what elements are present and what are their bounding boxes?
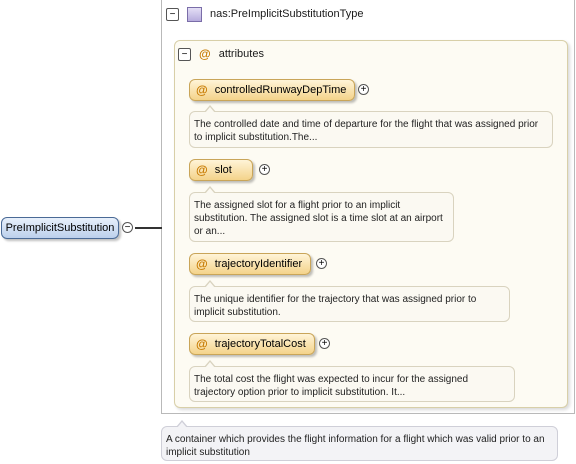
attribute-at-icon: @ [196, 83, 208, 97]
collapse-minus-icon: − [169, 8, 176, 20]
attribute-slot[interactable]: @ slot [189, 159, 253, 181]
attributes-collapse-toggle[interactable]: − [178, 47, 191, 61]
complex-type-icon [187, 6, 202, 22]
attribute-trajectoryTotalCost[interactable]: @ trajectoryTotalCost [189, 333, 315, 355]
root-element-name: PreImplicitSubstitution [5, 222, 115, 234]
expand-plus-icon[interactable]: + [358, 84, 369, 95]
attribute-at-icon: @ [196, 163, 208, 177]
type-name: nas:PreImplicitSubstitutionType [210, 8, 364, 20]
attribute-name: trajectoryIdentifier [214, 258, 303, 270]
root-element-description: A container which provides the flight in… [161, 420, 558, 461]
expand-plus-icon[interactable]: + [259, 164, 270, 175]
connector-line [135, 227, 162, 229]
type-collapse-toggle[interactable]: − [166, 7, 179, 21]
attribute-trajectoryIdentifier[interactable]: @ trajectoryIdentifier [189, 253, 312, 275]
root-collapse-toggle[interactable]: − [122, 222, 133, 233]
attributes-header: − @ attributes [178, 45, 264, 63]
attribute-description: The assigned slot for a flight prior to … [189, 186, 454, 242]
attribute-name: slot [214, 164, 232, 176]
root-element-node[interactable]: PreImplicitSubstitution [1, 217, 119, 239]
type-header: − nas:PreImplicitSubstitutionType [161, 2, 363, 26]
collapse-minus-icon: − [124, 222, 131, 233]
attribute-controlledRunwayDepTime[interactable]: @ controlledRunwayDepTime [189, 79, 356, 101]
attribute-name: controlledRunwayDepTime [214, 84, 347, 96]
attribute-at-icon: @ [199, 47, 211, 61]
attribute-description: The controlled date and time of departur… [189, 105, 553, 148]
attribute-description: The unique identifier for the trajectory… [189, 280, 510, 322]
expand-plus-icon[interactable]: + [316, 258, 327, 269]
attributes-label: attributes [218, 48, 264, 60]
attribute-at-icon: @ [196, 337, 208, 351]
expand-plus-icon[interactable]: + [319, 338, 330, 349]
attribute-at-icon: @ [196, 257, 208, 271]
attribute-name: trajectoryTotalCost [214, 338, 306, 350]
collapse-minus-icon: − [181, 48, 188, 60]
attribute-description: The total cost the flight was expected t… [189, 360, 515, 402]
